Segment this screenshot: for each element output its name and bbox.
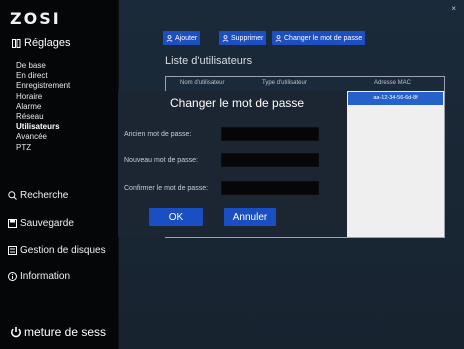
submenu-item-record[interactable]: Enregistrement (16, 81, 70, 91)
app-logo: ZOSI (10, 9, 61, 28)
disk-icon (8, 246, 17, 255)
column-header-user-type: Type d'utilisateur (262, 80, 307, 86)
settings-section-title[interactable]: Réglages (12, 37, 70, 49)
nav-search-label: Recherche (20, 190, 69, 201)
logout-label: meture de sess (24, 325, 107, 339)
change-password-dialog: Changer le mot de passe Ancien mot de pa… (118, 91, 347, 237)
logout-button[interactable]: meture de sess (10, 325, 106, 339)
panel-title: Liste d'utilisateurs (165, 55, 253, 67)
old-password-input[interactable] (221, 127, 319, 141)
add-user-label: Ajouter (175, 34, 198, 42)
table-row-selected-mac[interactable]: aa-12-34-56-6d-8f (348, 92, 443, 105)
submenu-item-ptz[interactable]: PTZ (16, 143, 70, 153)
power-icon (10, 326, 22, 338)
change-password-label: Changer le mot de passe (284, 34, 363, 42)
change-password-button[interactable]: Changer le mot de passe (272, 31, 366, 45)
submenu-item-live[interactable]: En direct (16, 71, 70, 81)
column-header-username: Nom d'utilisateur (180, 80, 225, 86)
settings-submenu: De base En direct Enregistrement Horaire… (16, 61, 70, 153)
nav-disk-label: Gestion de disques (20, 245, 106, 256)
column-header-mac: Adresse MAC (374, 80, 412, 86)
ok-button[interactable]: OK (149, 208, 203, 226)
new-password-label: Nouveau mot de passe: (124, 157, 198, 164)
nav-backup-label: Sauvegarde (20, 218, 74, 229)
search-icon (8, 191, 17, 200)
confirm-password-input[interactable] (221, 181, 319, 195)
table-header: Nom d'utilisateur Type d'utilisateur Adr… (166, 77, 444, 91)
submenu-item-schedule[interactable]: Horaire (16, 92, 70, 102)
cancel-button[interactable]: Annuler (224, 208, 276, 226)
submenu-item-network[interactable]: Réseau (16, 112, 70, 122)
info-icon (8, 272, 17, 281)
nav-disk-management[interactable]: Gestion de disques (8, 245, 106, 256)
submenu-item-users[interactable]: Utilisateurs (16, 122, 70, 132)
sidebar: ZOSI Réglages De base En direct Enregist… (0, 0, 119, 349)
nav-information[interactable]: Information (8, 271, 70, 282)
submenu-item-alarm[interactable]: Alarme (16, 102, 70, 112)
settings-icon (12, 38, 21, 48)
nav-backup[interactable]: Sauvegarde (8, 218, 74, 229)
confirm-password-label: Confirmer le mot de passe: (124, 185, 209, 192)
old-password-label: Ancien mot de passe: (124, 131, 192, 138)
add-user-button[interactable]: Ajouter (163, 31, 201, 45)
delete-user-label: Supprimer (231, 34, 264, 42)
dialog-title: Changer le mot de passe (170, 96, 305, 110)
submenu-item-basic[interactable]: De base (16, 61, 70, 71)
settings-label: Réglages (24, 37, 71, 49)
user-key-icon (275, 34, 282, 42)
nav-search[interactable]: Recherche (8, 190, 68, 201)
delete-user-button[interactable]: Supprimer (219, 31, 267, 45)
submenu-item-advanced[interactable]: Avancée (16, 132, 70, 142)
nav-info-label: Information (20, 271, 71, 282)
user-remove-icon (222, 34, 229, 42)
user-add-icon (166, 34, 173, 42)
new-password-input[interactable] (221, 153, 319, 167)
backup-icon (8, 219, 17, 228)
close-icon[interactable]: × (451, 4, 456, 13)
